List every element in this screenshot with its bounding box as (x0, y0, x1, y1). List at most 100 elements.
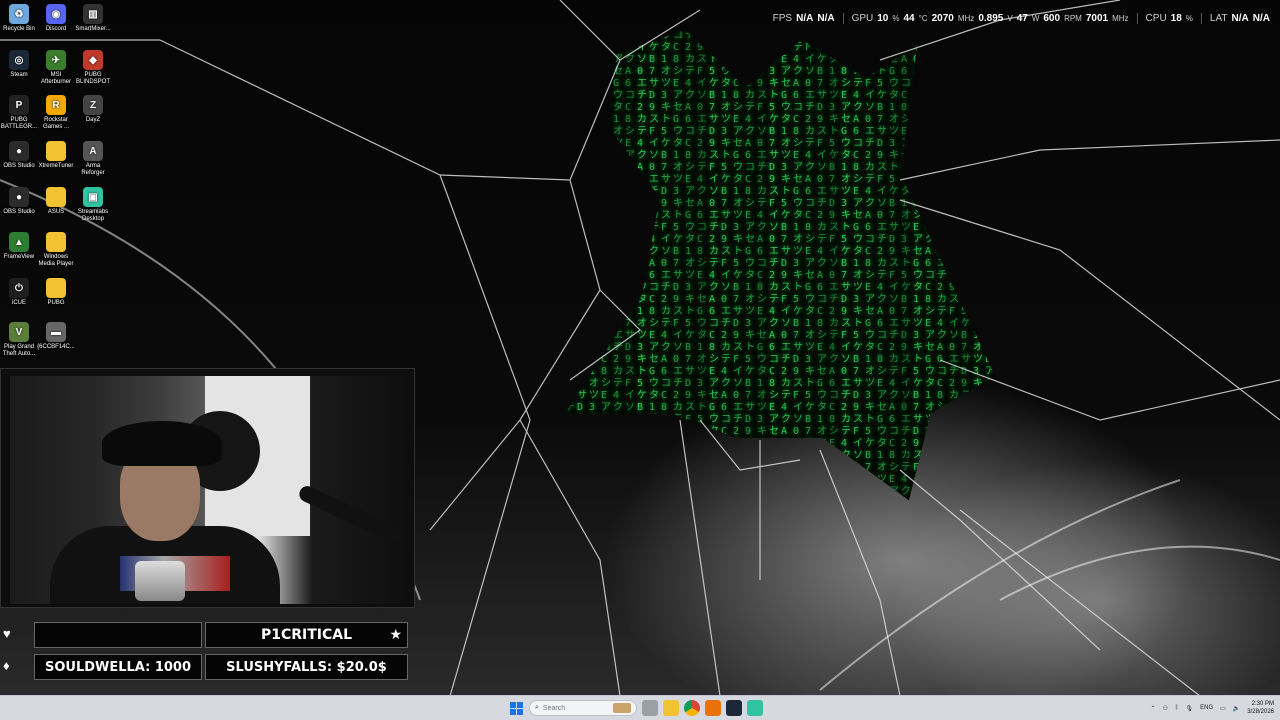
clock[interactable]: 2:30 PM 3/28/2026 (1247, 700, 1274, 716)
taskbar-search[interactable]: ⌕ (529, 700, 637, 716)
gpu-temp-unit: °C (918, 13, 928, 23)
desktop-icon-label: Recycle Bin (3, 26, 35, 32)
search-icon: ⌕ (535, 704, 539, 711)
clock-date: 3/28/2026 (1247, 709, 1274, 715)
desktop-icon-label: Rockstar Games ... (42, 117, 69, 130)
desktop-icon[interactable]: Windows Media Player (37, 232, 75, 268)
bluetooth-icon[interactable]: ᛒ (1175, 705, 1179, 711)
desktop-icon-label: OBS Studio (3, 163, 35, 169)
desktop-icon-label: FrameView (3, 254, 35, 260)
desktop-icon-label: Windows Media Player (38, 254, 74, 267)
windows-start-icon[interactable] (508, 700, 524, 716)
chrome-icon[interactable] (684, 700, 700, 716)
latest-follower-box: P1CRITICAL ★ (205, 622, 408, 648)
folder-icon (46, 278, 66, 298)
heart-icon: ♥ (3, 626, 11, 641)
language-indicator[interactable]: ENG (1200, 705, 1213, 711)
performance-overlay: FPS N/A N/A GPU 10% 44 °C 2070 MHz 0.895 V … (765, 10, 1270, 26)
desktop-icon[interactable]: Z DayZ (74, 95, 112, 124)
gpu-mem-clock: 7001 (1085, 12, 1109, 24)
discord-icon: ◉ (46, 4, 66, 24)
gpu-clock: 2070 (931, 12, 954, 24)
folder-icon (46, 232, 66, 252)
webcam-person-hat (102, 421, 222, 466)
gpu-fan-unit: RPM (1064, 13, 1082, 23)
recycle-bin-icon: ♻ (9, 4, 29, 24)
desktop-icon[interactable]: ▲ FrameView (0, 232, 38, 261)
microphone-icon[interactable]: 🎙 (1186, 705, 1194, 712)
desktop-icon-label: DayZ (85, 117, 101, 123)
desktop-icon-label: PUBG BATTLEGR... (0, 117, 38, 130)
fps-value-2: N/A (817, 12, 835, 24)
desktop-icons: ♻ Recycle Bin ◉ Discord ▥ SmartMixer... ◎ Steam… (0, 0, 114, 370)
obs-icon: ● (9, 141, 29, 161)
pubg-icon: P (9, 95, 29, 115)
desktop-icon[interactable]: ▥ SmartMixer... (74, 4, 112, 33)
fps-value: N/A (796, 12, 814, 24)
gpu-power: 47 (1016, 12, 1028, 24)
desktop-icon[interactable]: R Rockstar Games ... (37, 95, 75, 131)
app-icon[interactable] (705, 700, 721, 716)
desktop-icon-label: Streamlabs Desktop (77, 209, 109, 222)
top-bits-box: SOULDWELLA: 1000 (34, 654, 202, 680)
folder-icon (46, 187, 66, 207)
streamlabs-icon: ▣ (83, 187, 103, 207)
desktop-icon[interactable]: ● OBS Studio (0, 187, 38, 216)
afterburner-icon: ✈ (46, 50, 66, 70)
desktop-icon[interactable]: A Arma Reforger (74, 141, 112, 177)
smartmixer-icon: ▥ (83, 4, 103, 24)
desktop-icon[interactable]: V Play Grand Theft Auto... (0, 322, 38, 358)
desktop-icon[interactable]: ▬ {6CCBF14C... (37, 322, 75, 351)
desktop-icon-label: MSI Afterburner (40, 72, 71, 85)
search-input[interactable] (542, 704, 603, 712)
gpu-label: GPU (851, 12, 874, 24)
desktop-icon[interactable]: ▣ Streamlabs Desktop (74, 187, 112, 223)
cpu-usage: 18 (1170, 12, 1182, 24)
taskbar-center: ⌕ (508, 699, 763, 717)
icue-icon: ⏻ (9, 278, 29, 298)
frameview-icon: ▲ (9, 232, 29, 252)
folder-icon (46, 141, 66, 161)
top-donation-text: SLUSHYFALLS: $20.0$ (226, 659, 387, 675)
cpu-label: CPU (1145, 12, 1167, 24)
desktop-icon[interactable]: ⏻ iCUE (0, 278, 38, 307)
steam-taskbar-icon[interactable] (726, 700, 742, 716)
desktop-icon-label: ASUS (47, 209, 65, 215)
desktop-icon[interactable]: ◆ PUBG BLINDSPOT (74, 50, 112, 86)
desktop-icon[interactable]: ◉ Discord (37, 4, 75, 33)
task-view-icon[interactable] (642, 700, 658, 716)
lat-label: LAT (1209, 12, 1228, 24)
stream-bar-row-2: ♦ SOULDWELLA: 1000 SLUSHYFALLS: $20.0$ (0, 654, 410, 682)
desktop-icon[interactable]: P PUBG BATTLEGR... (0, 95, 38, 131)
desktop-icon[interactable]: PUBG (37, 278, 75, 307)
display-icon[interactable]: ▭ (1220, 705, 1226, 712)
cpu-usage-unit: % (1185, 13, 1193, 23)
network-icon[interactable]: ⚇ (1163, 705, 1168, 712)
gpu-fan: 600 (1043, 12, 1061, 24)
steam-icon: ◎ (9, 50, 29, 70)
streamlabs-taskbar-icon[interactable] (747, 700, 763, 716)
desktop-icon[interactable]: ● OBS Studio (0, 141, 38, 170)
rockstar-icon: R (46, 95, 66, 115)
chevron-up-icon[interactable]: ⌃ (1150, 705, 1155, 712)
gpu-clock-unit: MHz (957, 13, 975, 23)
system-tray: ⌃ ⚇ ᛒ 🎙 ENG ▭ 🔈 2:30 PM 3/28/2026 (1150, 699, 1274, 717)
file-explorer-icon[interactable] (663, 700, 679, 716)
desktop-icon[interactable]: ✈ MSI Afterburner (37, 50, 75, 86)
webcam-feed (10, 376, 413, 604)
desktop-icon[interactable]: ASUS (37, 187, 75, 216)
desktop-icon-label: SmartMixer... (75, 26, 111, 32)
volume-icon[interactable]: 🔈 (1233, 705, 1240, 712)
empty-alert-box (34, 622, 202, 648)
desktop-icon-label: Play Grand Theft Auto... (2, 344, 36, 357)
desktop-icon[interactable]: XtremeTuner (37, 141, 75, 170)
desktop-icon[interactable]: ◎ Steam (0, 50, 38, 79)
gpu-stat: GPU 10% 44 °C 2070 MHz 0.895 V 47 W 600 RPM 7… (844, 12, 1138, 24)
latest-follower-name: P1CRITICAL (260, 627, 353, 643)
top-bits-text: SOULDWELLA: 1000 (44, 659, 192, 675)
stream-bar-row-1: ♥ P1CRITICAL ★ (0, 622, 410, 650)
desktop-icon-label: PUBG BLINDSPOT (75, 72, 110, 85)
desktop-icon[interactable]: ♻ Recycle Bin (0, 4, 38, 33)
gpu-voltage: 0.895 (978, 12, 1004, 24)
pubg-blindspot-icon: ◆ (83, 50, 103, 70)
